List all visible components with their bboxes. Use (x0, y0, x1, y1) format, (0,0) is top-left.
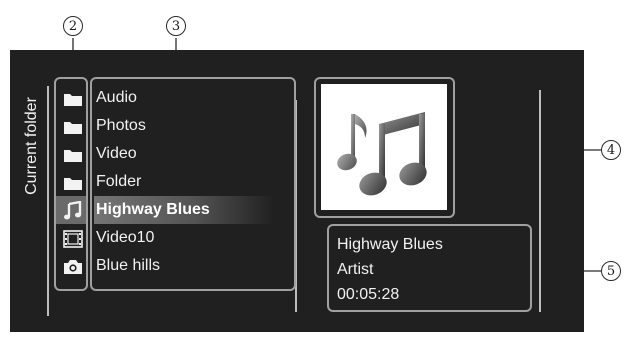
track-duration: 00:05:28 (337, 286, 400, 303)
right-divider (539, 90, 541, 312)
list-item-highway-blues[interactable]: Highway Blues (94, 196, 274, 224)
callout-4: 4 (601, 140, 621, 160)
icon-column (54, 77, 88, 291)
music-notes-icon (337, 112, 427, 196)
callout-3: 3 (166, 16, 186, 36)
album-art (321, 84, 447, 210)
list-item-folder[interactable]: Folder (94, 168, 274, 196)
folder-icon (61, 85, 85, 113)
list-item-audio[interactable]: Audio (94, 84, 274, 112)
list-item-video[interactable]: Video (94, 140, 274, 168)
list-item-video10[interactable]: Video10 (94, 224, 274, 252)
callout-2: 2 (63, 16, 83, 36)
folder-icon (61, 113, 85, 141)
track-info-panel: Highway Blues Artist 00:05:28 (327, 224, 532, 312)
film-icon (61, 225, 85, 253)
folder-icon (61, 141, 85, 169)
list-item-blue-hills[interactable]: Blue hills (94, 252, 274, 280)
track-title: Highway Blues (337, 236, 443, 253)
camera-icon (61, 253, 85, 281)
current-folder-label: Current folder (23, 97, 41, 195)
album-art-panel (314, 77, 455, 218)
callout-5: 5 (601, 261, 621, 281)
file-list: Audio Photos Video Folder Highway Blues … (90, 77, 296, 291)
track-artist: Artist (337, 261, 374, 278)
folder-icon (61, 169, 85, 197)
list-item-photos[interactable]: Photos (94, 112, 274, 140)
music-note-icon (61, 197, 85, 225)
